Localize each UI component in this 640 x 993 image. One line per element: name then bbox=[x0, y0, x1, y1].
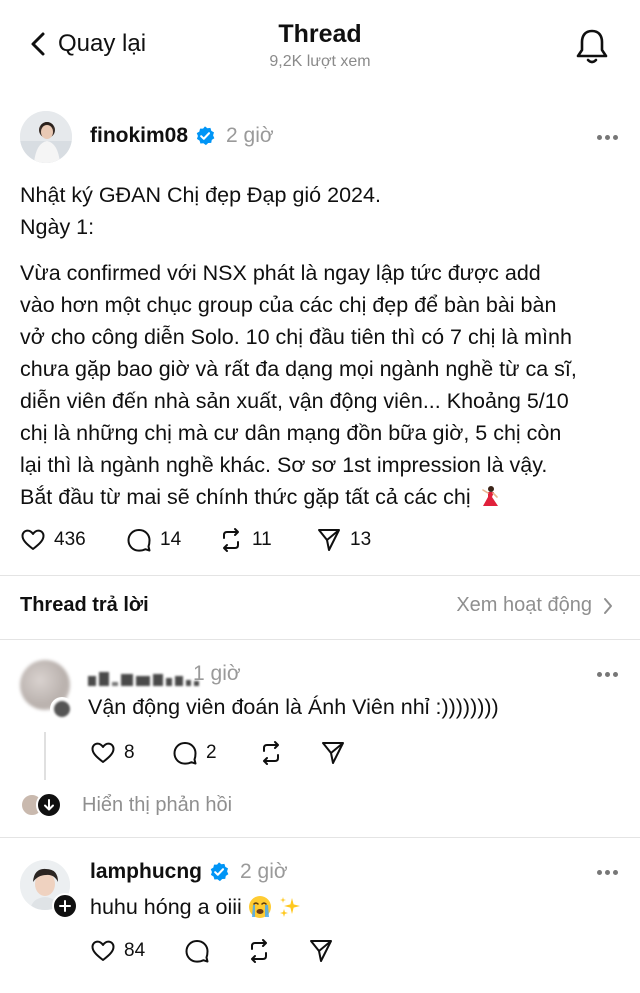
send-icon bbox=[318, 529, 340, 551]
post-actions: 436 14 11 13 bbox=[20, 527, 371, 553]
reply-author-row: lamphucng 2 giờ bbox=[90, 860, 288, 884]
chevron-right-icon bbox=[604, 597, 612, 614]
reply-text: huhu hóng a oiii bbox=[90, 895, 242, 919]
like-button[interactable]: 436 bbox=[20, 527, 126, 553]
crying-face-emoji-icon bbox=[248, 896, 271, 918]
divider bbox=[0, 575, 640, 576]
post-text-line: Bắt đầu từ mai sẽ chính thức gặp tất cả … bbox=[20, 485, 471, 509]
thread-connector-line bbox=[44, 732, 46, 780]
repost-icon bbox=[263, 741, 279, 765]
view-activity-label: Xem hoạt động bbox=[456, 594, 592, 616]
show-replies-label: Hiển thị phản hồi bbox=[82, 793, 233, 816]
share-button[interactable]: 13 bbox=[316, 527, 371, 553]
reply-author-blurred[interactable] bbox=[88, 664, 199, 686]
divider bbox=[0, 837, 640, 838]
page-title: Thread bbox=[278, 20, 362, 48]
header: Quay lại Thread 9,2K lượt xem bbox=[0, 0, 640, 86]
post-text-line: diễn viên đến nhà sản xuất, vận động viê… bbox=[20, 389, 569, 413]
reply-author-name[interactable]: lamphucng bbox=[90, 860, 202, 884]
verified-badge-icon bbox=[196, 126, 215, 146]
like-button[interactable]: 8 bbox=[90, 740, 172, 766]
reply-time: 1 giờ bbox=[193, 662, 241, 685]
send-icon bbox=[322, 742, 344, 764]
dancer-emoji-icon bbox=[481, 486, 498, 506]
heart-icon bbox=[91, 742, 115, 763]
sparkles-emoji-icon bbox=[279, 897, 300, 917]
reply-time: 2 giờ bbox=[240, 860, 288, 883]
reply-text: Vận động viên đoán là Ánh Viên nhỉ :))))… bbox=[88, 695, 499, 719]
post-author-row: finokim08 2 giờ bbox=[90, 124, 274, 148]
post-text-line: Ngày 1: bbox=[20, 215, 95, 239]
repost-button[interactable]: 11 bbox=[218, 527, 316, 553]
post-text-line: chưa gặp bao giờ và rất đa dạng mọi ngàn… bbox=[20, 357, 577, 381]
like-count: 8 bbox=[124, 742, 135, 763]
post-text-line: Nhật ký GĐAN Chị đẹp Đạp gió 2024. bbox=[20, 183, 381, 207]
view-activity-link[interactable]: Xem hoạt động bbox=[456, 594, 614, 617]
verified-badge-icon bbox=[210, 862, 229, 882]
post-last-line: Bắt đầu từ mai sẽ chính thức gặp tất cả … bbox=[20, 482, 620, 513]
post-text-line: lại thì là ngành nghề khác. Sơ sơ 1st im… bbox=[20, 453, 548, 477]
post-time: 2 giờ bbox=[226, 124, 274, 147]
reply-text-row: huhu hóng a oiii bbox=[90, 895, 302, 920]
share-button[interactable] bbox=[320, 740, 346, 766]
post-author-name[interactable]: finokim08 bbox=[90, 124, 188, 148]
heart-icon bbox=[21, 529, 45, 550]
reply-actions: 84 bbox=[90, 938, 334, 964]
post-text-line: vở cho công diễn Solo. 10 chị đầu tiên t… bbox=[20, 325, 572, 349]
follow-plus-button[interactable] bbox=[52, 893, 78, 919]
share-count: 13 bbox=[350, 529, 372, 550]
comment-count: 14 bbox=[160, 529, 182, 550]
like-count: 84 bbox=[124, 940, 146, 961]
more-options-icon[interactable] bbox=[597, 671, 619, 679]
share-button[interactable] bbox=[308, 938, 334, 964]
repost-count: 11 bbox=[252, 529, 272, 550]
like-count: 436 bbox=[54, 529, 86, 550]
arrow-down-icon bbox=[36, 792, 62, 818]
comment-button[interactable]: 2 bbox=[172, 740, 258, 766]
author-avatar[interactable] bbox=[20, 111, 72, 163]
comment-button[interactable]: 14 bbox=[126, 527, 218, 553]
reply-avatar-badge bbox=[50, 697, 74, 721]
view-count: 9,2K lượt xem bbox=[269, 53, 371, 70]
repost-icon bbox=[251, 939, 267, 963]
more-options-icon[interactable] bbox=[597, 869, 619, 877]
bell-icon[interactable] bbox=[574, 26, 610, 66]
heart-icon bbox=[91, 940, 115, 961]
plus-icon bbox=[59, 900, 71, 912]
show-replies-button[interactable]: Hiển thị phản hồi bbox=[20, 792, 232, 818]
repost-button[interactable] bbox=[258, 740, 320, 766]
avatar-photo-icon bbox=[20, 111, 72, 163]
more-options-icon[interactable] bbox=[597, 134, 619, 142]
comment-icon bbox=[173, 742, 197, 765]
repost-button[interactable] bbox=[246, 938, 308, 964]
comment-icon bbox=[127, 529, 151, 552]
comment-button[interactable] bbox=[184, 938, 246, 964]
like-button[interactable]: 84 bbox=[90, 938, 184, 964]
divider bbox=[0, 639, 640, 640]
post-text-line: chị là những chị mà cư dân mạng đồn bữa … bbox=[20, 421, 562, 445]
send-icon bbox=[310, 940, 332, 962]
comment-count: 2 bbox=[206, 742, 217, 763]
replies-section-title: Thread trả lời bbox=[20, 594, 149, 616]
reply-actions: 8 2 bbox=[90, 740, 346, 766]
post-text-line: vào hơn một chục group của các chị đẹp đ… bbox=[20, 293, 557, 317]
post-text-line: Vừa confirmed với NSX phát là ngay lập t… bbox=[20, 261, 541, 285]
comment-icon bbox=[185, 940, 209, 963]
repost-icon bbox=[223, 528, 239, 552]
